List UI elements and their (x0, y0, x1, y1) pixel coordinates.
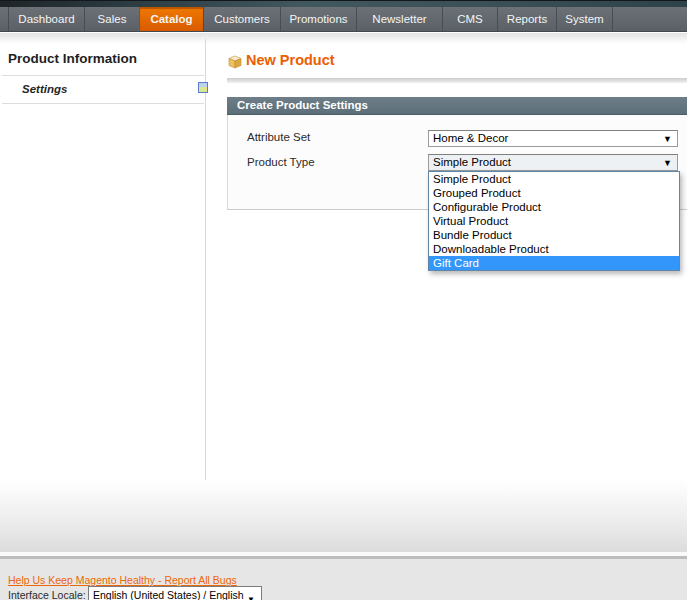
product-type-dropdown: Simple Product Grouped Product Configura… (428, 171, 680, 271)
report-bugs-link[interactable]: Help Us Keep Magento Healthy - Report Al… (8, 574, 237, 586)
product-type-value: Simple Product (433, 156, 511, 168)
chevron-down-icon: ▼ (663, 158, 672, 168)
nav-tab-newsletter[interactable]: Newsletter (356, 7, 442, 31)
page-title: New Product (246, 52, 335, 68)
unsaved-changes-icon (198, 82, 208, 93)
option-virtual-product[interactable]: Virtual Product (429, 214, 679, 228)
nav-tab-label: Sales (98, 13, 127, 25)
nav-end-separator (612, 7, 613, 31)
panel-title: Create Product Settings (237, 99, 368, 111)
header-top-bar (0, 0, 687, 7)
chevron-down-icon: ▼ (247, 592, 255, 600)
option-downloadable-product[interactable]: Downloadable Product (429, 242, 679, 256)
nav-tab-catalog[interactable]: Catalog (139, 7, 203, 31)
sidebar-item-settings[interactable]: Settings (0, 76, 205, 103)
interface-locale-value: English (United States) / English (93, 589, 244, 600)
option-grouped-product[interactable]: Grouped Product (429, 186, 679, 200)
interface-locale-label: Interface Locale: (8, 589, 86, 600)
nav-tab-label: Catalog (150, 13, 192, 25)
sidebar-title: Product Information (8, 51, 137, 66)
sidebar-item-label: Settings (22, 83, 67, 95)
content-bottom-fade (0, 480, 687, 552)
content-top-shadow (0, 33, 687, 44)
nav-tab-customers[interactable]: Customers (203, 7, 280, 31)
sidebar-separator (2, 103, 204, 104)
attribute-set-value: Home & Decor (433, 132, 508, 144)
product-type-label: Product Type (247, 156, 315, 168)
sidebar-divider (205, 39, 206, 480)
header-rule (227, 78, 687, 83)
option-bundle-product[interactable]: Bundle Product (429, 228, 679, 242)
chevron-down-icon: ▼ (663, 134, 672, 144)
product-box-icon (228, 55, 242, 69)
product-type-select[interactable]: Simple Product ▼ (428, 154, 678, 171)
attribute-set-label: Attribute Set (247, 131, 310, 143)
nav-tab-sales[interactable]: Sales (84, 7, 139, 31)
nav-tab-system[interactable]: System (556, 7, 612, 31)
nav-tab-promotions[interactable]: Promotions (280, 7, 356, 31)
nav-tab-cms[interactable]: CMS (442, 7, 497, 31)
magento-admin-page: Dashboard Sales Catalog Customers Promot… (0, 0, 687, 600)
option-configurable-product[interactable]: Configurable Product (429, 200, 679, 214)
option-simple-product[interactable]: Simple Product (429, 172, 679, 186)
nav-tab-label: Customers (214, 13, 270, 25)
nav-tab-label: CMS (457, 13, 483, 25)
nav-tab-label: Promotions (289, 13, 347, 25)
nav-tab-label: Newsletter (372, 13, 426, 25)
interface-locale-select[interactable]: English (United States) / English ▼ (88, 586, 262, 600)
main-nav: Dashboard Sales Catalog Customers Promot… (0, 7, 687, 32)
option-gift-card[interactable]: Gift Card (429, 256, 679, 270)
nav-tab-dashboard[interactable]: Dashboard (8, 7, 84, 31)
nav-tab-label: Dashboard (18, 13, 74, 25)
attribute-set-select[interactable]: Home & Decor ▼ (428, 130, 678, 147)
panel-header: Create Product Settings (227, 97, 687, 115)
nav-tab-label: Reports (507, 13, 547, 25)
nav-tab-reports[interactable]: Reports (497, 7, 556, 31)
nav-tab-label: System (565, 13, 603, 25)
